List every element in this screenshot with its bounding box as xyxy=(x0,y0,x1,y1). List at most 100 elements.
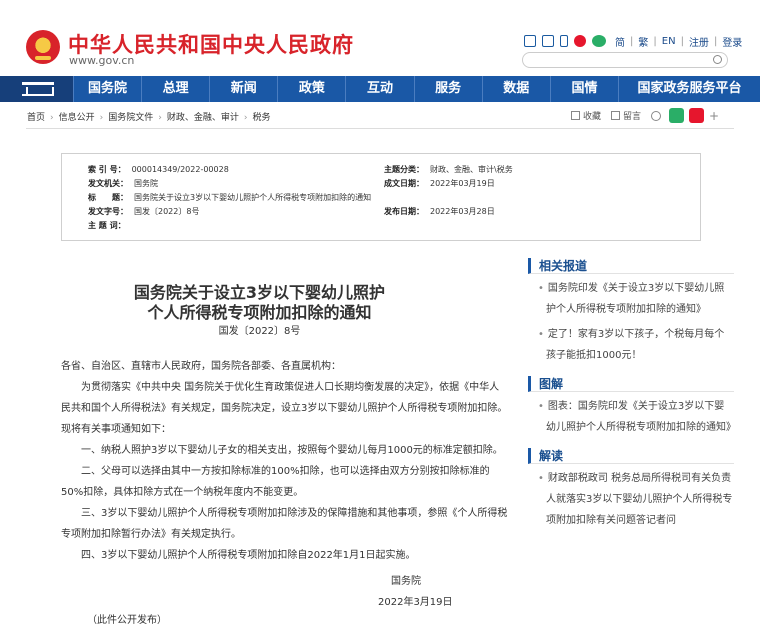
article-doc-number: 国发〔2022〕8号 xyxy=(218,326,301,337)
sidebar-link[interactable]: • 定了！家有3岁以下孩子，个税每月每个孩子能抵扣1000元！ xyxy=(528,324,734,366)
breadcrumb-state-council-docs[interactable]: 国务院文件 xyxy=(108,113,153,123)
article-paragraph: 为贯彻落实《中共中央 国务院关于优化生育政策促进人口长期均衡发展的决定》，依据《… xyxy=(61,382,508,435)
nav-item-guowuyuan[interactable]: 国务院 xyxy=(72,76,141,102)
info-topic: 主题分类： 财政、金融、审计\税务 xyxy=(384,164,513,175)
sidebar-link[interactable]: • 财政部税政司 税务总局所得税司有关负责人就落实3岁以下婴幼儿照护个人所得税专项… xyxy=(528,468,734,531)
weibo-icon[interactable] xyxy=(574,35,586,47)
sidebar-link-text[interactable]: 财政部税政司 税务总局所得税司有关负责人就落实3岁以下婴幼儿照护个人所得税专项附… xyxy=(546,473,732,526)
nav-item-national-info[interactable]: 国情 xyxy=(549,76,618,102)
breadcrumb: 首页 › 信息公开 › 国务院文件 › 财政、金融、审计 › 税务 xyxy=(27,110,271,123)
favorite-label: 收藏 xyxy=(583,112,602,122)
info-created-label: 成文日期： xyxy=(384,179,424,188)
article-paragraph: 一、纳税人照护3岁以下婴幼儿子女的相关支出，按照每个婴幼儿每月1000元的标准定… xyxy=(81,445,503,456)
article-paragraph: 二、父母可以选择由其中一方按扣除标准的100%扣除，也可以选择由双方分别按扣除标… xyxy=(61,466,490,498)
top-links: 简 | 繁 | EN | 注册 | 登录 xyxy=(524,33,745,49)
info-docno-label: 发文字号： xyxy=(88,207,128,216)
gate-icon xyxy=(22,82,54,96)
more-share-icon[interactable]: + xyxy=(709,109,719,123)
link-traditional[interactable]: 繁 xyxy=(638,34,648,49)
link-english[interactable]: EN xyxy=(662,36,676,47)
breadcrumb-home[interactable]: 首页 xyxy=(27,113,45,123)
nav-item-gov-services-platform[interactable]: 国家政务服务平台 xyxy=(618,76,760,102)
info-created-value: 2022年03月19日 xyxy=(430,179,495,188)
breadcrumb-separator: › xyxy=(158,113,162,123)
bullet-icon: • xyxy=(538,329,544,340)
breadcrumb-separator: › xyxy=(50,113,54,123)
sidebar-heading: 解读 xyxy=(528,448,734,464)
breadcrumb-finance[interactable]: 财政、金融、审计 xyxy=(167,113,239,123)
nav-item-data[interactable]: 数据 xyxy=(481,76,550,102)
sidebar-interpretation: 解读 • 财政部税政司 税务总局所得税司有关负责人就落实3岁以下婴幼儿照护个人所得… xyxy=(528,448,734,531)
search-input[interactable] xyxy=(531,58,711,73)
comment-button[interactable]: 留言 xyxy=(611,109,641,122)
weibo-share-icon[interactable] xyxy=(689,108,705,123)
nav-item-services[interactable]: 服务 xyxy=(413,76,482,102)
info-title-value: 国务院关于设立3岁以下婴幼儿照护个人所得税专项附加扣除的通知 xyxy=(134,193,372,202)
rss-icon[interactable] xyxy=(542,35,554,47)
divider: | xyxy=(630,35,634,47)
sidebar-link-text[interactable]: 定了！家有3岁以下孩子，个税每月每个孩子能抵扣1000元！ xyxy=(546,329,724,361)
share-icon[interactable] xyxy=(651,110,662,121)
site-header: 中华人民共和国中央人民政府 www.gov.cn 简 | 繁 | EN | 注册… xyxy=(0,0,760,76)
wechat-icon[interactable] xyxy=(592,35,606,47)
info-docno-value: 国发〔2022〕8号 xyxy=(134,207,200,216)
breadcrumb-info-public[interactable]: 信息公开 xyxy=(59,113,95,123)
comment-label: 留言 xyxy=(623,112,642,122)
article-footnote: （此件公开发布） xyxy=(87,615,167,626)
star-icon xyxy=(571,111,580,120)
info-issuer-label: 发文机关： xyxy=(88,179,128,188)
favorite-button[interactable]: 收藏 xyxy=(571,109,601,122)
info-index-value: 000014349/2022-00028 xyxy=(131,165,229,174)
nav-item-news[interactable]: 新闻 xyxy=(209,76,277,102)
mail-icon[interactable] xyxy=(524,35,536,47)
wechat-share-icon[interactable] xyxy=(669,108,685,123)
divider: | xyxy=(680,35,684,47)
article-signature: 国务院 xyxy=(391,576,421,587)
info-index-label: 索 引 号： xyxy=(88,165,126,174)
sidebar-link[interactable]: • 国务院印发《关于设立3岁以下婴幼儿照护个人所得税专项附加扣除的通知》 xyxy=(528,278,734,320)
breadcrumb-separator: › xyxy=(99,113,104,123)
sidebar-link[interactable]: • 图表：国务院印发《关于设立3岁以下婴幼儿照护个人所得税专项附加扣除的通知》 xyxy=(528,396,736,438)
link-login[interactable]: 登录 xyxy=(722,34,742,49)
article-date: 2022年3月19日 xyxy=(378,597,453,608)
sidebar: 相关报道 • 国务院印发《关于设立3岁以下婴幼儿照护个人所得税专项附加扣除的通知》… xyxy=(528,258,736,531)
info-title-label: 标 题： xyxy=(88,193,128,202)
breadcrumb-separator: › xyxy=(243,113,248,123)
info-issuer: 发文机关： 国务院 xyxy=(88,178,158,189)
article-salutation: 各省、自治区、直辖市人民政府，国务院各部委、各直属机构： xyxy=(61,361,341,372)
link-simplified[interactable]: 简 xyxy=(615,34,625,49)
document-info-box: 索 引 号： 000014349/2022-00028 主题分类： 财政、金融、审计… xyxy=(61,153,701,241)
link-register[interactable]: 注册 xyxy=(689,34,709,49)
info-published: 发布日期： 2022年03月28日 xyxy=(384,206,495,217)
bullet-icon: • xyxy=(538,473,544,484)
info-published-label: 发布日期： xyxy=(384,207,424,216)
site-url[interactable]: www.gov.cn xyxy=(69,54,134,67)
nav-item-policy[interactable]: 政策 xyxy=(277,76,345,102)
info-topic-value: 财政、金融、审计\税务 xyxy=(430,165,513,174)
search-box xyxy=(522,52,728,73)
info-created: 成文日期： 2022年03月19日 xyxy=(384,178,495,189)
divider xyxy=(26,128,734,129)
sidebar-heading: 图解 xyxy=(528,376,734,392)
bullet-icon: • xyxy=(538,283,544,294)
nav-item-interaction[interactable]: 互动 xyxy=(345,76,413,102)
sidebar-link-text[interactable]: 国务院印发《关于设立3岁以下婴幼儿照护个人所得税专项附加扣除的通知》 xyxy=(546,283,724,315)
info-topic-label: 主题分类： xyxy=(384,165,424,174)
sidebar-link-text[interactable]: 图表：国务院印发《关于设立3岁以下婴幼儿照护个人所得税专项附加扣除的通知》 xyxy=(546,401,736,433)
divider: | xyxy=(653,35,657,47)
divider: | xyxy=(713,35,718,47)
nav-home[interactable] xyxy=(0,76,73,102)
article-body: 各省、自治区、直辖市人民政府，国务院各部委、各直属机构： 为贯彻落实《中共中央 … xyxy=(61,356,508,566)
bullet-icon: • xyxy=(538,401,544,412)
nav-item-premier[interactable]: 总理 xyxy=(141,76,209,102)
info-subject-label: 主 题 词： xyxy=(88,221,126,230)
pencil-icon xyxy=(611,111,621,120)
breadcrumb-tax[interactable]: 税务 xyxy=(253,113,271,123)
info-issuer-value: 国务院 xyxy=(134,179,158,188)
search-icon[interactable] xyxy=(713,55,722,64)
phone-icon[interactable] xyxy=(560,35,568,47)
info-index: 索 引 号： 000014349/2022-00028 xyxy=(88,164,229,175)
national-emblem-icon[interactable] xyxy=(26,30,60,64)
sidebar-infographic: 图解 • 图表：国务院印发《关于设立3岁以下婴幼儿照护个人所得税专项附加扣除的通知… xyxy=(528,376,736,438)
article-paragraph: 四、3岁以下婴幼儿照护个人所得税专项附加扣除自2022年1月1日起实施。 xyxy=(81,550,416,561)
